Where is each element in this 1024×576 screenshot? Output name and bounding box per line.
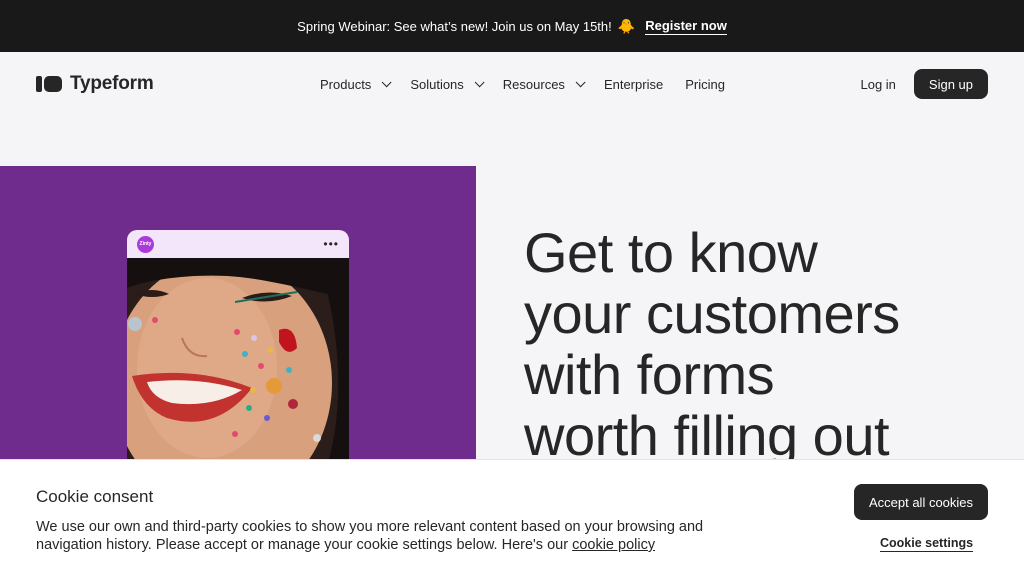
nav-enterprise-label: Enterprise (603, 76, 664, 92)
auth-actions: Log in Sign up (860, 52, 988, 116)
chevron-down-icon (474, 76, 485, 87)
typeform-logo-icon (36, 76, 62, 92)
chick-emoji-icon: 🐥 (617, 17, 636, 34)
chevron-down-icon (381, 76, 392, 87)
nav-resources-label: Resources (502, 76, 565, 92)
cookie-consent-banner: Cookie consent We use our own and third-… (0, 459, 1024, 576)
page: Spring Webinar: See what’s new! Join us … (0, 0, 1024, 576)
headline-line: your customers (524, 282, 900, 345)
signup-button[interactable]: Sign up (913, 69, 988, 99)
headline-line: worth filling out (524, 404, 890, 467)
nav-solutions[interactable]: Solutions (410, 76, 485, 92)
login-link[interactable]: Log in (860, 77, 895, 92)
avatar: Zinty (137, 235, 154, 253)
announcement-bar: Spring Webinar: See what’s new! Join us … (0, 0, 1024, 52)
announcement-text: Spring Webinar: See what’s new! Join us … (297, 18, 612, 34)
headline-line: Get to know (524, 221, 818, 284)
hero-headline: Get to know your customers with forms wo… (524, 222, 984, 466)
site-header: Typeform Products Solutions Resources En… (0, 52, 1024, 116)
headline-line: with forms (524, 343, 775, 406)
nav-enterprise[interactable]: Enterprise (604, 77, 663, 92)
logo-text: Typeform (70, 73, 154, 94)
register-now-link[interactable]: Register now (645, 18, 727, 35)
chevron-down-icon (575, 76, 586, 87)
main-nav: Products Solutions Resources Enterprise … (320, 52, 747, 116)
accept-all-cookies-button[interactable]: Accept all cookies (854, 484, 988, 520)
nav-pricing[interactable]: Pricing (685, 77, 725, 92)
cookie-consent-title: Cookie consent (36, 487, 154, 506)
hero-face-photo (127, 258, 349, 466)
phone-card-header: Zinty ••• (127, 230, 349, 258)
hero-phone-card: Zinty ••• (127, 230, 349, 466)
cookie-settings-link[interactable]: Cookie settings (880, 536, 974, 552)
nav-products-label: Products (320, 76, 372, 92)
cookie-policy-link[interactable]: cookie policy (572, 537, 655, 553)
nav-products[interactable]: Products (320, 76, 392, 92)
more-options-icon: ••• (323, 237, 339, 251)
nav-resources[interactable]: Resources (502, 76, 586, 92)
nav-pricing-label: Pricing (685, 76, 725, 92)
cookie-consent-body: We use our own and third-party cookies t… (36, 518, 736, 554)
nav-solutions-label: Solutions (410, 76, 464, 92)
typeform-logo[interactable]: Typeform (36, 73, 154, 95)
